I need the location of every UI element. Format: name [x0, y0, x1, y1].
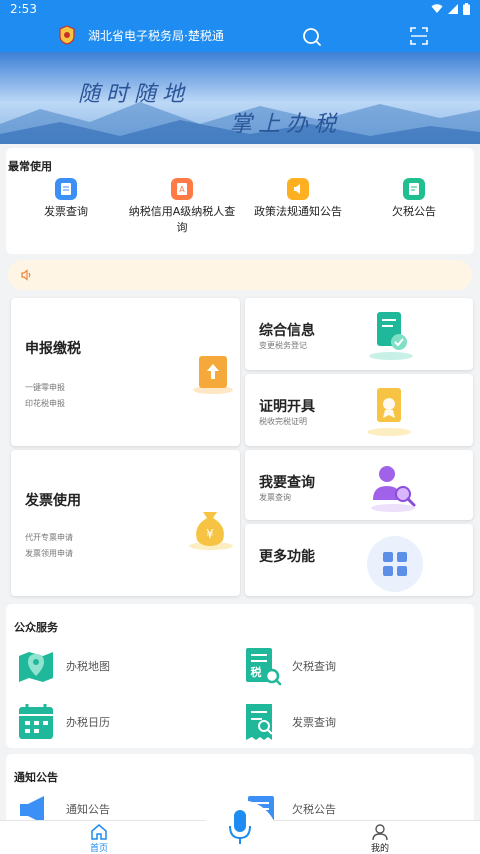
tile-title: 我要查询: [259, 475, 315, 491]
battery-icon: [463, 3, 470, 15]
tile-subtitle: 发票查询: [259, 493, 291, 502]
tab-mine[interactable]: 我的: [350, 823, 410, 854]
section-title-public-services: 公众服务: [14, 621, 58, 634]
cellular-icon: [448, 4, 458, 14]
notice-item-label: 欠税公告: [292, 803, 336, 816]
money-bag-icon: ¥: [189, 512, 233, 550]
tile-title: 证明开具: [259, 399, 315, 415]
banner-slogan-left: 随时随地: [78, 82, 191, 107]
common-item-label: 政策法规通知公告: [254, 205, 342, 218]
svg-text:A: A: [179, 185, 185, 194]
banner-slogan-right: 掌上办税: [230, 112, 343, 137]
public-item-tax-map[interactable]: 办税地图: [16, 646, 110, 686]
home-icon: [91, 824, 107, 840]
tile-general-info[interactable]: 综合信息 变更税务登记: [245, 298, 473, 370]
status-bar: 2:53: [0, 0, 480, 20]
calendar-icon: [19, 704, 53, 739]
public-item-label: 办税日历: [66, 716, 110, 729]
tile-declare-tax[interactable]: 申报缴税 一键零申报 印花税申报: [11, 298, 240, 446]
tile-subtitle: 变更税务登记: [259, 341, 307, 350]
tile-title: 综合信息: [259, 323, 315, 339]
tile-invoice-use[interactable]: 发票使用 代开专票申请 发票领用申请 ¥: [11, 450, 240, 596]
tab-label: 我的: [370, 844, 389, 854]
invoice-search-icon: [246, 704, 273, 740]
tab-label: 首页: [89, 844, 108, 854]
speaker-icon: [21, 269, 31, 281]
common-item-policy-notice[interactable]: 政策法规通知公告: [240, 178, 356, 220]
tile-subtitle: 印花税申报: [25, 399, 65, 408]
public-item-invoice-query[interactable]: 发票查询: [242, 702, 336, 742]
most-used-section: 最常使用 发票查询 A 纳税信用A级纳税人查询 政策法规通知公告 欠税公告: [6, 148, 474, 254]
tile-title: 申报缴税: [25, 341, 81, 357]
notice-item-label: 通知公告: [66, 803, 110, 816]
tab-home[interactable]: 首页: [69, 823, 129, 854]
tile-subtitle: 发票领用申请: [25, 549, 73, 558]
tile-more-functions[interactable]: 更多功能: [245, 524, 473, 596]
svg-text:税: 税: [251, 665, 262, 679]
user-icon: [372, 824, 388, 841]
credit-rating-icon: A: [171, 178, 193, 200]
status-time: 2:53: [10, 2, 37, 16]
tile-subtitle: 一键零申报: [25, 383, 65, 392]
tile-subtitle: 税收完税证明: [259, 417, 307, 426]
public-item-label: 办税地图: [66, 660, 110, 673]
app-header: 湖北省电子税务局·楚税通: [0, 20, 480, 52]
common-item-label: 欠税公告: [392, 205, 436, 218]
invoice-icon: [55, 178, 77, 200]
tax-doc-search-icon: 税: [246, 648, 282, 686]
tile-certificate[interactable]: 证明开具 税收完税证明: [245, 374, 473, 446]
status-icons: [431, 3, 470, 15]
scan-icon[interactable]: [409, 25, 429, 47]
app-title: 湖北省电子税务局·楚税通: [88, 29, 224, 43]
arrears-notice-icon: [403, 178, 425, 200]
section-title-notices: 通知公告: [14, 771, 58, 784]
tile-subtitle: 代开专票申请: [25, 533, 73, 542]
common-item-invoice-query[interactable]: 发票查询: [8, 178, 124, 220]
public-item-label: 欠税查询: [292, 660, 336, 673]
common-item-label: 纳税信用A级纳税人查询: [128, 205, 236, 234]
map-pin-icon: [19, 652, 53, 682]
tax-emblem-icon: [59, 25, 75, 45]
user-search-icon: [371, 466, 416, 512]
grid-apps-icon: [367, 536, 423, 592]
tile-title: 更多功能: [259, 549, 315, 565]
speaker-icon: [287, 178, 309, 200]
tile-query[interactable]: 我要查询 发票查询: [245, 450, 473, 520]
public-item-tax-calendar[interactable]: 办税日历: [16, 702, 110, 742]
document-check-icon: [369, 312, 413, 360]
search-icon[interactable]: [301, 26, 323, 48]
public-services-section: 公众服务 办税地图 税 欠税查询 办税日历 发票查询: [6, 604, 474, 748]
section-title-most-used: 最常使用: [8, 160, 52, 173]
common-item-label: 发票查询: [44, 205, 88, 218]
notice-marquee[interactable]: [8, 260, 472, 290]
public-item-label: 发票查询: [292, 716, 336, 729]
banner: 随时随地 掌上办税: [0, 52, 480, 144]
public-item-arrears-query[interactable]: 税 欠税查询: [242, 646, 336, 686]
wifi-icon: [431, 4, 443, 13]
upload-document-icon: [193, 356, 233, 394]
svg-text:¥: ¥: [206, 527, 214, 541]
common-item-credit-query[interactable]: A 纳税信用A级纳税人查询: [124, 178, 240, 236]
tile-title: 发票使用: [25, 493, 81, 509]
microphone-icon: [229, 810, 251, 844]
certificate-icon: [367, 388, 411, 436]
common-item-tax-arrears[interactable]: 欠税公告: [356, 178, 472, 220]
